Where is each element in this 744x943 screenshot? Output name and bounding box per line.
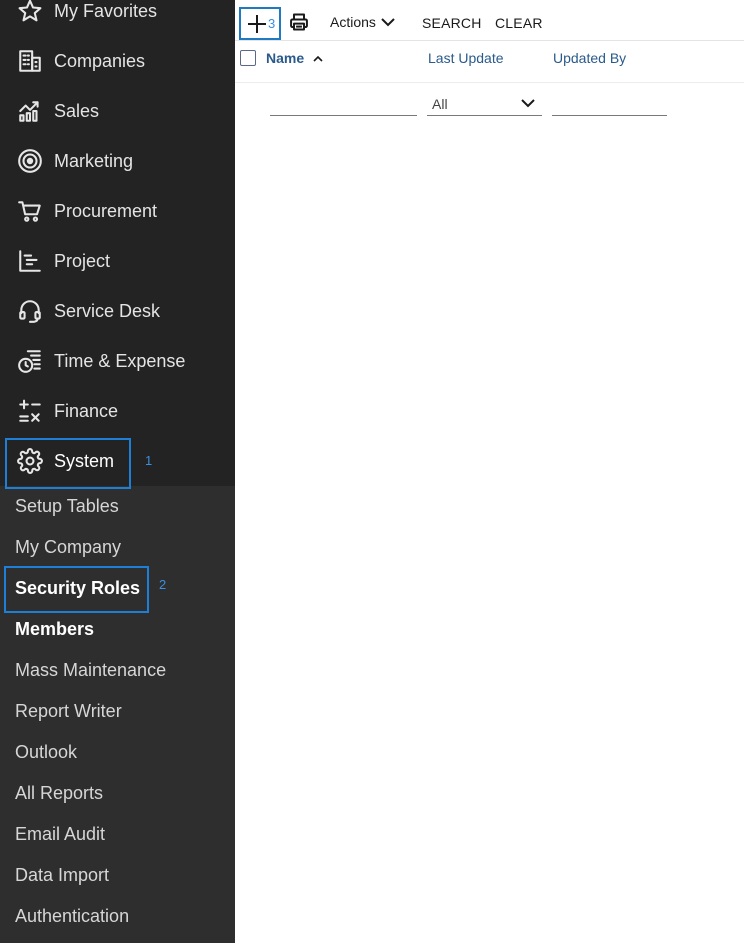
callout-number-security-roles: 2 [159, 577, 167, 592]
submenu-item-label: Security Roles [15, 578, 141, 598]
sidebar-item-system[interactable]: System [0, 436, 235, 486]
name-filter-input[interactable] [270, 88, 417, 116]
last-update-filter-select[interactable]: All [427, 90, 542, 116]
sidebar-item-label: Project [54, 250, 111, 271]
time-expense-icon [17, 348, 43, 374]
column-header-name[interactable]: Name [266, 50, 323, 66]
submenu-item-label: Setup Tables [15, 496, 119, 516]
add-button[interactable]: 3 [239, 7, 281, 40]
last-update-filter-value: All [432, 96, 448, 112]
submenu-item-email-audit[interactable]: Email Audit [0, 814, 235, 855]
sidebar-item-label: Marketing [54, 150, 134, 171]
headset-icon [17, 298, 43, 324]
submenu-item-outlook[interactable]: Outlook [0, 732, 235, 773]
sidebar-item-procurement[interactable]: Procurement [0, 186, 235, 236]
submenu-item-mass-maintenance[interactable]: Mass Maintenance [0, 650, 235, 691]
column-header-label: Name [266, 50, 305, 66]
building-icon [17, 48, 43, 74]
gantt-icon [17, 248, 43, 274]
cart-icon [17, 198, 43, 224]
submenu-item-report-writer[interactable]: Report Writer [0, 691, 235, 732]
submenu-item-data-import[interactable]: Data Import [0, 855, 235, 896]
table-header: Name Last Update Updated By [235, 41, 744, 83]
sidebar-item-label: Procurement [54, 200, 158, 221]
search-button[interactable]: SEARCH [422, 15, 482, 31]
system-submenu: Setup Tables My Company Security Roles M… [0, 486, 235, 943]
sidebar-item-service-desk[interactable]: Service Desk [0, 286, 235, 336]
star-icon [17, 0, 43, 24]
sidebar-item-marketing[interactable]: Marketing [0, 136, 235, 186]
submenu-item-label: Email Audit [15, 824, 106, 844]
sales-chart-icon [17, 98, 43, 124]
submenu-item-members[interactable]: Members [0, 609, 235, 650]
submenu-item-authentication[interactable]: Authentication [0, 896, 235, 937]
submenu-item-label: All Reports [15, 783, 104, 803]
sidebar-item-label: Sales [54, 100, 100, 121]
sidebar-item-label: System [54, 450, 115, 471]
submenu-item-label: Outlook [15, 742, 78, 762]
sidebar-item-label: Companies [54, 50, 146, 71]
submenu-item-label: Members [15, 619, 95, 639]
plus-icon [248, 15, 266, 33]
callout-number-add: 3 [268, 16, 276, 31]
sidebar-item-my-favorites[interactable]: My Favorites [0, 0, 235, 36]
actions-label: Actions [330, 14, 376, 30]
column-header-last-update[interactable]: Last Update [428, 50, 504, 66]
submenu-item-setup-tables[interactable]: Setup Tables [0, 486, 235, 527]
sidebar-item-project[interactable]: Project [0, 236, 235, 286]
sidebar: My Favorites Companies Sales Marketing P… [0, 0, 235, 943]
sort-ascending-icon [313, 55, 323, 62]
target-icon [17, 148, 43, 174]
column-header-updated-by[interactable]: Updated By [553, 50, 626, 66]
submenu-item-label: Authentication [15, 906, 130, 926]
print-button[interactable] [289, 12, 309, 32]
submenu-item-label: Mass Maintenance [15, 660, 167, 680]
submenu-item-label: Data Import [15, 865, 110, 885]
clear-button[interactable]: CLEAR [495, 15, 543, 31]
actions-dropdown[interactable]: Actions [330, 14, 396, 30]
chevron-down-icon [521, 99, 535, 108]
sidebar-item-time-expense[interactable]: Time & Expense [0, 336, 235, 386]
sidebar-item-label: My Favorites [54, 0, 158, 21]
sidebar-item-label: Finance [54, 400, 119, 421]
submenu-item-label: My Company [15, 537, 122, 557]
sidebar-item-label: Time & Expense [54, 350, 186, 371]
main-content: 3 Actions SEARCH CLEAR Name Last Update … [235, 0, 744, 943]
sidebar-item-label: Service Desk [54, 300, 161, 321]
toolbar: 3 Actions SEARCH CLEAR [235, 0, 744, 41]
updated-by-filter-input[interactable] [552, 88, 667, 116]
gear-icon [17, 448, 43, 474]
submenu-item-my-company[interactable]: My Company [0, 527, 235, 568]
sidebar-item-finance[interactable]: Finance [0, 386, 235, 436]
submenu-item-all-reports[interactable]: All Reports [0, 773, 235, 814]
submenu-item-label: Report Writer [15, 701, 122, 721]
printer-icon [290, 13, 308, 31]
select-all-checkbox[interactable] [240, 50, 256, 66]
sidebar-item-companies[interactable]: Companies [0, 36, 235, 86]
callout-number-system: 1 [145, 453, 153, 468]
submenu-item-security-roles[interactable]: Security Roles [0, 568, 235, 609]
finance-icon [17, 398, 43, 424]
sidebar-item-sales[interactable]: Sales [0, 86, 235, 136]
chevron-down-icon [381, 18, 395, 27]
